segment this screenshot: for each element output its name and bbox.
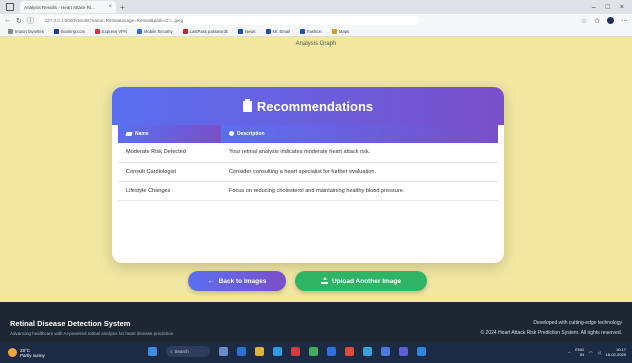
close-tab-icon[interactable]: × — [108, 4, 112, 10]
browser-tab-bar: Analysis Results - Heart Attack Ri... × … — [0, 0, 632, 14]
lastpass-icon — [182, 29, 188, 34]
search-label: Search — [174, 349, 189, 354]
table-row: Moderate Risk Detected Your retinal anal… — [118, 143, 498, 163]
file-explorer-icon[interactable] — [255, 347, 264, 356]
app-icon[interactable] — [417, 347, 426, 356]
news-icon — [238, 29, 244, 34]
footer-title: Retinal Disease Detection System — [10, 319, 131, 328]
footer-tagline: Developed with cutting-edge technology — [533, 320, 622, 326]
app-icon[interactable] — [399, 347, 408, 356]
footer-copyright: © 2024 Heart Attack Risk Prediction Syst… — [480, 330, 622, 336]
import-icon — [8, 29, 13, 34]
booking-icon — [53, 29, 59, 34]
sun-icon — [8, 348, 17, 357]
weather-desc: Partly sunny — [20, 352, 45, 358]
maximize-icon[interactable]: □ — [606, 4, 610, 11]
weather-widget[interactable]: 28°C Partly sunny — [8, 348, 45, 358]
vpn-icon — [95, 29, 101, 34]
cell-name: Lifestyle Changes — [118, 181, 221, 201]
url-input[interactable]: 127.0.0.1:5000/results?name=Retina&image… — [38, 16, 419, 25]
shield-icon — [136, 29, 142, 34]
bookmark-item[interactable]: Booking.com — [53, 29, 85, 34]
bookmark-item[interactable]: Mr. Email — [265, 29, 290, 34]
upload-icon — [320, 277, 328, 284]
card-title: Recommendations — [256, 98, 374, 114]
window-controls: – □ × — [592, 4, 624, 11]
window-menu-icon[interactable] — [6, 3, 14, 11]
recommendations-table: Name Description Moderate Risk Detected … — [118, 125, 498, 201]
site-footer: Retinal Disease Detection System Advanci… — [0, 302, 632, 342]
back-button-label: Back to Images — [218, 277, 267, 285]
bookmark-item[interactable]: News — [238, 29, 256, 34]
clock[interactable]: 10:17 16-02-2025 — [606, 347, 626, 357]
app-icon[interactable] — [309, 347, 318, 356]
table-row: Lifestyle Changes Focus on reducing chol… — [118, 181, 498, 201]
bookmark-item[interactable]: Import favorites — [8, 29, 44, 34]
app-icon[interactable] — [291, 347, 300, 356]
maps-icon — [331, 29, 337, 34]
url-text: 127.0.0.1:5000/results?name=Retina&image… — [44, 18, 184, 23]
address-bar-row: ← ↻ ⓘ 127.0.0.1:5000/results?name=Retina… — [0, 14, 632, 27]
new-tab-icon[interactable]: + — [120, 3, 125, 12]
bookmarks-bar: Import favorites Booking.com Express VPN… — [0, 27, 632, 37]
favorites-icon[interactable]: ✩ — [594, 17, 600, 25]
column-header-name: Name — [118, 125, 221, 143]
task-view-icon[interactable] — [219, 347, 228, 356]
app-icon[interactable] — [327, 347, 336, 356]
language-indicator[interactable]: ENG IN — [575, 347, 584, 357]
bookmark-item[interactable]: Fashion — [299, 29, 322, 34]
tag-icon — [125, 131, 133, 136]
fashion-icon — [299, 29, 305, 34]
app-icon[interactable] — [381, 347, 390, 356]
back-to-images-button[interactable]: ← Back to Images — [188, 271, 286, 291]
tab-title: Analysis Results - Heart Attack Ri... — [24, 4, 95, 10]
cell-description: Consider consulting a heart specialist f… — [221, 162, 498, 182]
profile-avatar[interactable] — [607, 17, 614, 24]
taskbar-apps: ⌕ Search — [148, 346, 426, 357]
page-content: Analysis Graph Recommendations Name Desc… — [0, 37, 632, 302]
app-icon[interactable] — [363, 347, 372, 356]
windows-taskbar: 28°C Partly sunny ⌕ Search ^ ENG IN ◠ ◁ … — [0, 342, 632, 363]
refresh-icon[interactable]: ↻ — [16, 17, 22, 25]
wifi-icon[interactable]: ◠ — [589, 350, 593, 355]
table-row: Consult Cardiologist Consider consulting… — [118, 162, 498, 182]
chevron-up-icon[interactable]: ^ — [568, 350, 570, 355]
bookmark-item[interactable]: Mobile Security — [136, 29, 173, 34]
footer-subtitle: Advancing healthcare with AI-powered ret… — [10, 331, 174, 336]
search-icon: ⌕ — [170, 349, 173, 354]
info-icon[interactable]: ⓘ — [27, 16, 34, 26]
volume-icon[interactable]: ◁ — [597, 350, 600, 355]
cell-name: Consult Cardiologist — [118, 162, 221, 182]
bookmark-item[interactable]: Express VPN — [95, 29, 127, 34]
back-nav-icon[interactable]: ← — [4, 17, 11, 24]
analysis-graph-label: Analysis Graph — [295, 41, 337, 47]
edge-icon[interactable] — [273, 347, 282, 356]
minimize-icon[interactable]: – — [592, 4, 596, 11]
upload-another-image-button[interactable]: Upload Another Image — [295, 271, 427, 291]
favorite-star-icon[interactable]: ☆ — [581, 17, 587, 25]
recommendations-card: Recommendations Name Description Moderat… — [112, 87, 504, 263]
email-icon — [265, 29, 271, 34]
arrow-left-icon: ← — [207, 277, 215, 285]
bookmark-item[interactable]: LastPass passwords — [182, 29, 228, 34]
app-icon[interactable] — [345, 347, 354, 356]
upload-button-label: Upload Another Image — [331, 277, 402, 285]
taskbar-search[interactable]: ⌕ Search — [166, 346, 210, 357]
info-circle-icon — [229, 131, 234, 137]
cell-description: Focus on reducing cholesterol and mainta… — [221, 181, 498, 201]
card-header: Recommendations — [112, 87, 504, 125]
cell-name: Moderate Risk Detected — [118, 143, 221, 163]
system-tray: ^ ENG IN ◠ ◁ 10:17 16-02-2025 — [568, 347, 626, 357]
browser-tab[interactable]: Analysis Results - Heart Attack Ri... × — [20, 1, 116, 13]
clipboard-icon — [242, 98, 252, 112]
browser-menu-icon[interactable]: ⋯ — [621, 17, 628, 25]
start-icon[interactable] — [148, 347, 157, 356]
close-window-icon[interactable]: × — [620, 4, 624, 11]
bookmark-item[interactable]: Maps — [331, 29, 349, 34]
cell-description: Your retinal analysis indicates moderate… — [221, 143, 498, 163]
column-header-description: Description — [221, 125, 498, 143]
widgets-icon[interactable] — [237, 347, 246, 356]
